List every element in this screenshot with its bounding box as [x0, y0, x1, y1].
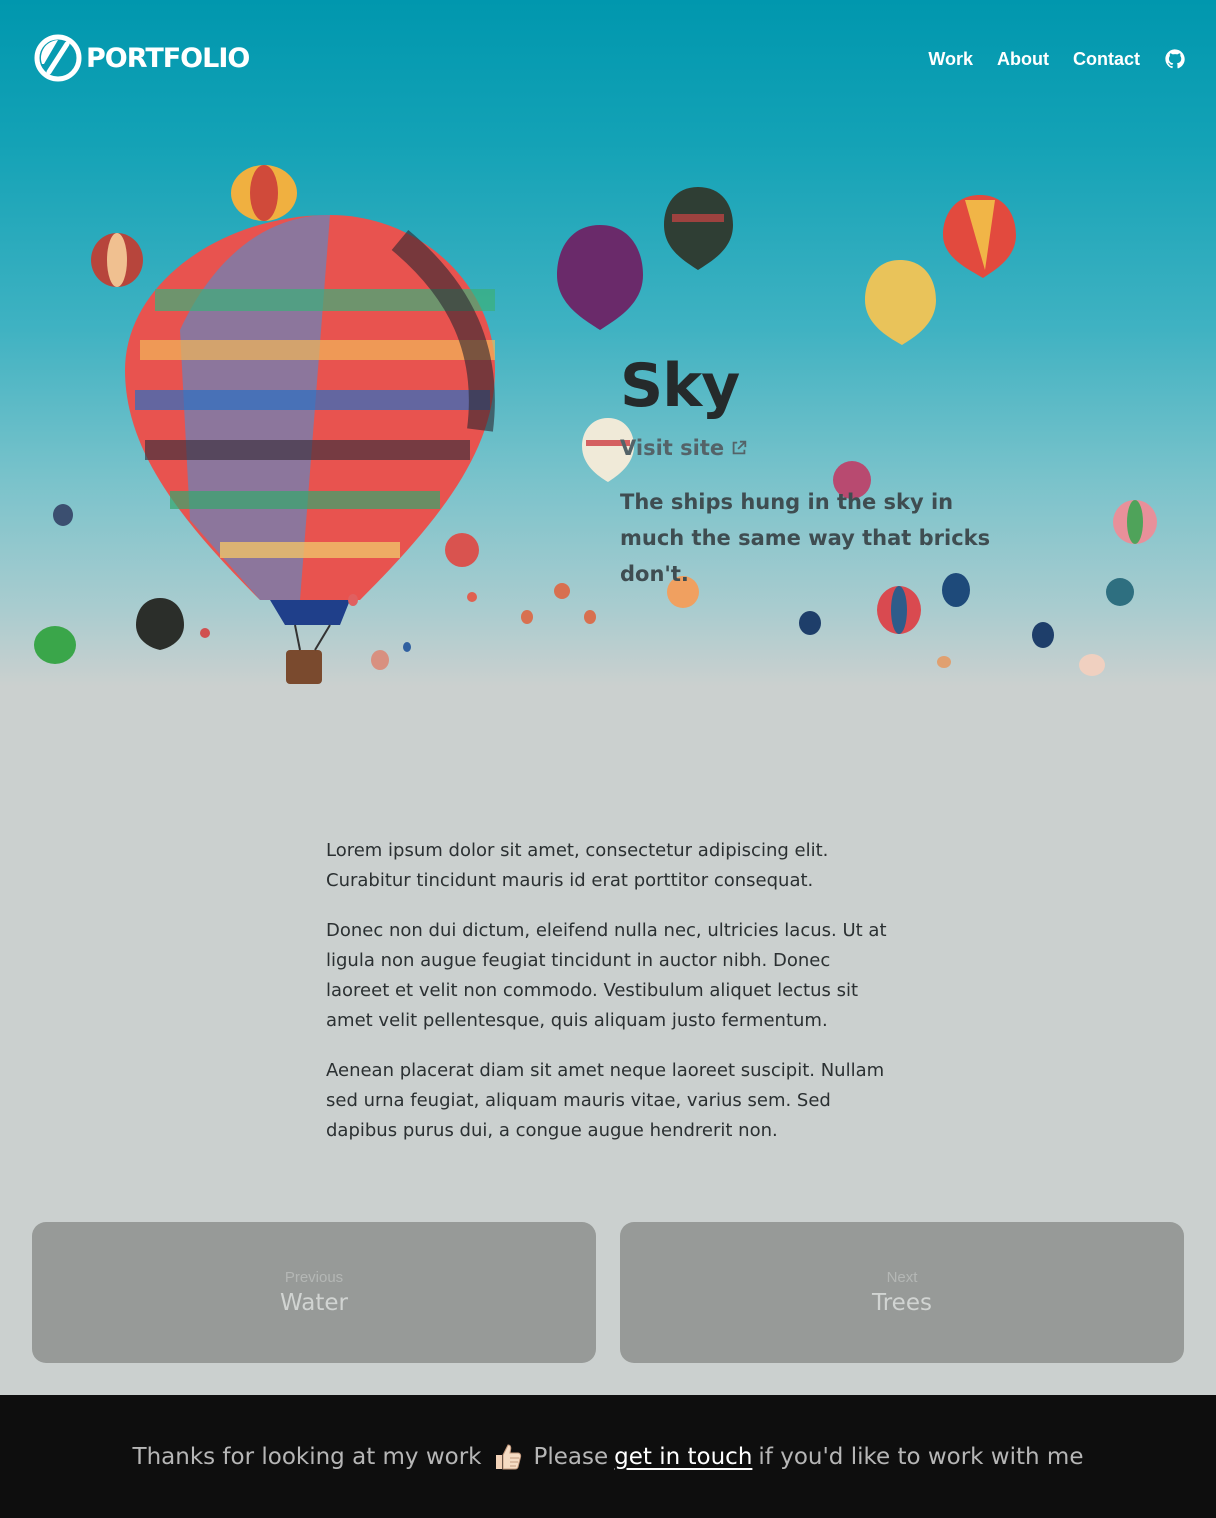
nav-link-work[interactable]: Work [928, 49, 973, 70]
footer-after-text: if you'd like to work with me [758, 1443, 1084, 1470]
balloon-10 [445, 533, 479, 567]
external-link-icon [732, 440, 747, 455]
get-in-touch-link[interactable]: get in touch [614, 1444, 752, 1470]
nav-link-about[interactable]: About [997, 49, 1049, 70]
balloon-22 [554, 583, 570, 599]
main-nav: Work About Contact [904, 48, 1186, 70]
footer-thanks-text: Thanks for looking at my work [132, 1443, 482, 1470]
balloon-19 [136, 598, 184, 650]
hero-tagline: The ships hung in the sky in much the sa… [620, 490, 991, 586]
logo-link[interactable]: PORTFOLIO [34, 34, 250, 82]
hero-section: PORTFOLIO Work About Contact Sky Visit s… [0, 0, 1216, 780]
balloon-2 [91, 233, 143, 287]
visit-site-label: Visit site [620, 436, 725, 460]
balloon-4 [664, 187, 733, 270]
balloon-1 [231, 165, 297, 221]
paragraph-3: Aenean placerat diam sit amet neque laor… [326, 1060, 885, 1141]
balloon-25 [937, 656, 951, 668]
paragraph-1: Lorem ipsum dolor sit amet, consectetur … [326, 840, 829, 891]
thumbs-up-icon [495, 1443, 521, 1469]
logo-text: PORTFOLIO [86, 42, 250, 74]
balloon-18 [34, 626, 76, 664]
next-title: Trees [872, 1290, 932, 1316]
balloon-23 [521, 610, 533, 624]
balloon-26 [467, 592, 477, 602]
hero-text: Sky Visit site The ships hung in the sky… [620, 350, 1020, 592]
balloon-28 [348, 594, 358, 606]
balloon-5 [943, 195, 1016, 278]
nav-link-contact[interactable]: Contact [1073, 49, 1140, 70]
balloon-16 [799, 611, 821, 635]
project-pager: Previous Water Next Trees [32, 1222, 1184, 1363]
next-kicker: Next [886, 1269, 918, 1286]
paragraph-2: Donec non dui dictum, eleifend nulla nec… [326, 920, 887, 1031]
previous-title: Water [280, 1290, 348, 1316]
site-footer: Thanks for looking at my work Please get… [0, 1395, 1216, 1518]
balloon-15 [1032, 622, 1054, 648]
balloon-21 [371, 650, 389, 670]
previous-project-card[interactable]: Previous Water [32, 1222, 596, 1363]
footer-please-text: Please [533, 1443, 609, 1470]
balloon-6 [865, 260, 936, 345]
balloon-29 [403, 642, 411, 652]
balloon-27 [200, 628, 210, 638]
logo-mark-icon [34, 34, 82, 82]
next-project-card[interactable]: Next Trees [620, 1222, 1184, 1363]
project-description: Lorem ipsum dolor sit amet, consectetur … [326, 836, 892, 1166]
balloon-17 [1079, 654, 1105, 676]
top-navigation-bar: PORTFOLIO Work About Contact [0, 0, 1216, 120]
visit-site-link[interactable]: Visit site [620, 436, 748, 460]
balloon-24 [584, 610, 596, 624]
balloon-20 [53, 504, 73, 526]
page-title: Sky [620, 351, 740, 421]
previous-kicker: Previous [284, 1269, 344, 1286]
balloon-9 [1113, 500, 1157, 544]
github-icon[interactable] [1164, 48, 1186, 70]
balloon-3 [557, 225, 643, 330]
balloon-14 [1106, 578, 1134, 606]
balloon-12 [877, 586, 921, 634]
